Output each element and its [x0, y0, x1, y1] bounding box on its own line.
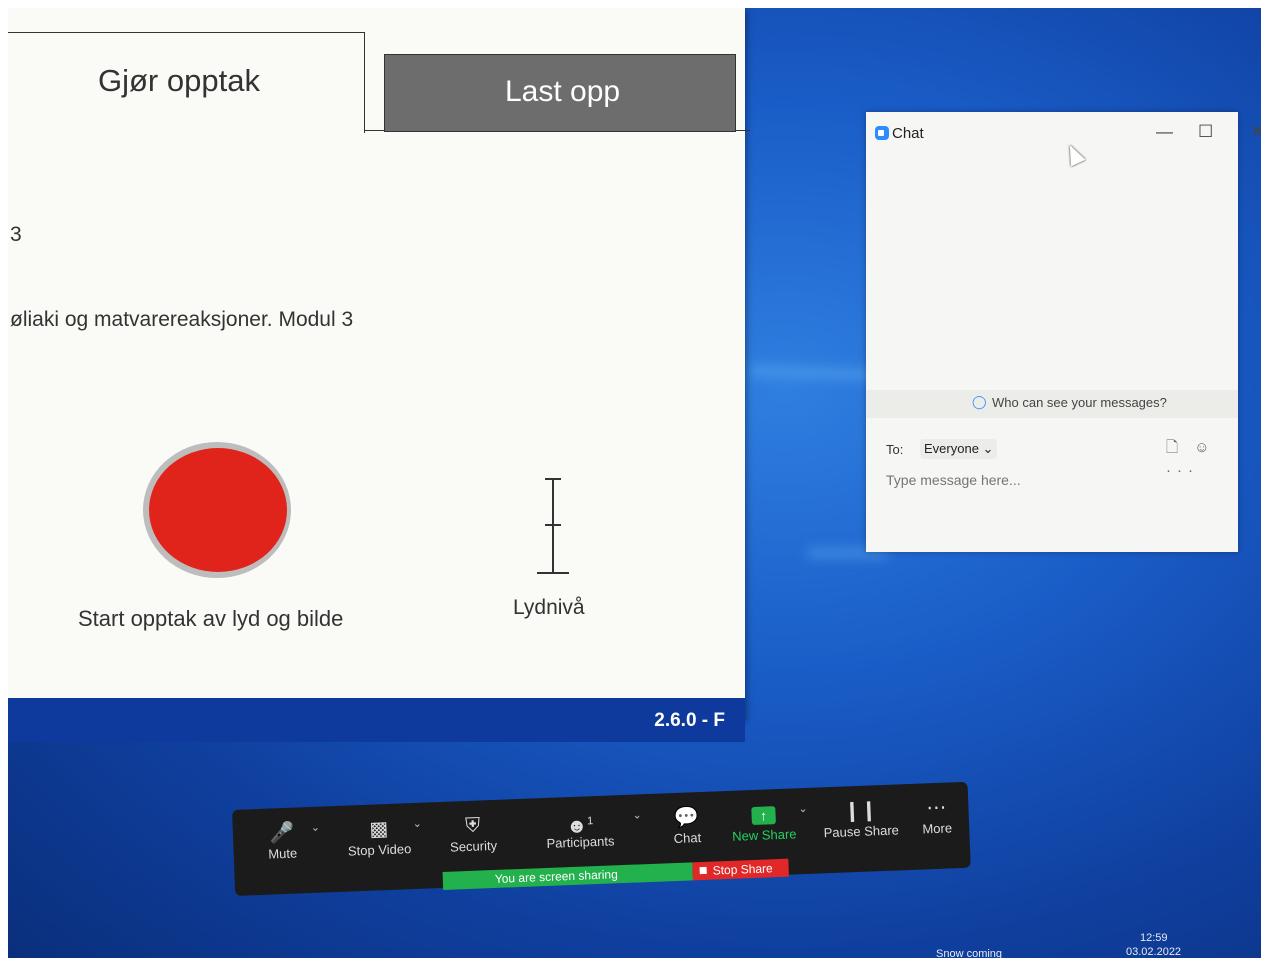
- recipient-dropdown[interactable]: Everyone ⌄: [920, 439, 998, 459]
- message-visibility-bar[interactable]: ◯ Who can see your messages?: [866, 390, 1238, 418]
- share-arrow-icon: ↑: [726, 800, 801, 829]
- version-label: 2.6.0 - F: [654, 710, 725, 731]
- audio-level-label: Lydnivå: [513, 596, 585, 619]
- pause-share-button[interactable]: ❙❙ Pause Share: [820, 796, 902, 840]
- participants-button[interactable]: ☻1 Participants: [536, 807, 624, 851]
- new-share-button[interactable]: ↑ New Share: [726, 800, 802, 844]
- shield-icon: ⛨: [464, 814, 481, 838]
- participants-icon: ☻1: [565, 815, 594, 838]
- zoom-logo-icon: [875, 126, 889, 140]
- person-info-icon: ◯: [972, 394, 987, 409]
- record-button[interactable]: [149, 448, 287, 572]
- stop-video-button[interactable]: ▩ Stop Video: [340, 815, 418, 859]
- to-label: To:: [886, 442, 904, 457]
- wallpaper-light-beam: [749, 365, 881, 381]
- pause-icon: ❙❙: [843, 799, 878, 823]
- video-camera-icon: ▩: [368, 818, 389, 841]
- chat-title: Chat: [892, 125, 924, 142]
- taskbar-clock-date[interactable]: 03.02.2022: [1126, 946, 1181, 958]
- audio-level-meter: [537, 478, 569, 574]
- close-icon[interactable]: ✕: [1250, 122, 1261, 142]
- chat-bubble-icon: 💬: [673, 806, 700, 830]
- maximize-icon[interactable]: ☐: [1198, 122, 1213, 142]
- module-title: øliaki og matvarereaksjoner. Modul 3: [10, 308, 354, 331]
- message-visibility-label: Who can see your messages?: [992, 395, 1167, 410]
- chat-button[interactable]: 💬 Chat: [664, 804, 710, 847]
- security-button[interactable]: ⛨ Security: [440, 812, 506, 855]
- tab-upload[interactable]: Last opp: [384, 54, 736, 132]
- taskbar-clock-time[interactable]: 12:59: [1140, 932, 1168, 944]
- minimize-icon[interactable]: —: [1156, 122, 1173, 142]
- app-footer-bar: 2.6.0 - F: [8, 698, 745, 742]
- microphone-icon: 🎤: [269, 821, 295, 845]
- record-label: Start opptak av lyd og bilde: [78, 606, 344, 631]
- module-number: 3: [10, 223, 22, 246]
- more-button[interactable]: ⋯ More: [916, 794, 958, 837]
- monitor-screen: Gjør opptak Last opp 3 øliaki og matvare…: [8, 8, 1261, 958]
- tab-upload-label: Last opp: [505, 75, 621, 108]
- participants-options-chevron-icon[interactable]: ⌄: [632, 808, 642, 821]
- stop-share-button[interactable]: Stop Share: [692, 858, 789, 881]
- tab-record-label: Gjør opptak: [98, 63, 260, 98]
- tab-record[interactable]: Gjør opptak: [8, 32, 365, 133]
- screen-sharing-banner: You are screen sharing: [442, 862, 694, 890]
- chat-window: Chat — ☐ ✕ ◯ Who can see your messages? …: [866, 112, 1261, 552]
- recording-app-window: Gjør opptak Last opp 3 øliaki og matvare…: [8, 8, 750, 720]
- mute-button[interactable]: 🎤 Mute: [258, 819, 306, 862]
- chat-message-input[interactable]: [884, 468, 1218, 492]
- share-options-chevron-icon[interactable]: ⌄: [798, 802, 808, 815]
- more-dots-icon: ⋯: [926, 796, 947, 820]
- zoom-meeting-toolbar: 🎤 Mute ⌄ ▩ Stop Video ⌄ ⛨ Security ☻1 Pa…: [232, 781, 971, 896]
- video-options-chevron-icon[interactable]: ⌄: [412, 817, 422, 830]
- taskbar-news-widget[interactable]: Snow coming: [936, 948, 1002, 958]
- mute-options-chevron-icon[interactable]: ⌄: [310, 821, 321, 834]
